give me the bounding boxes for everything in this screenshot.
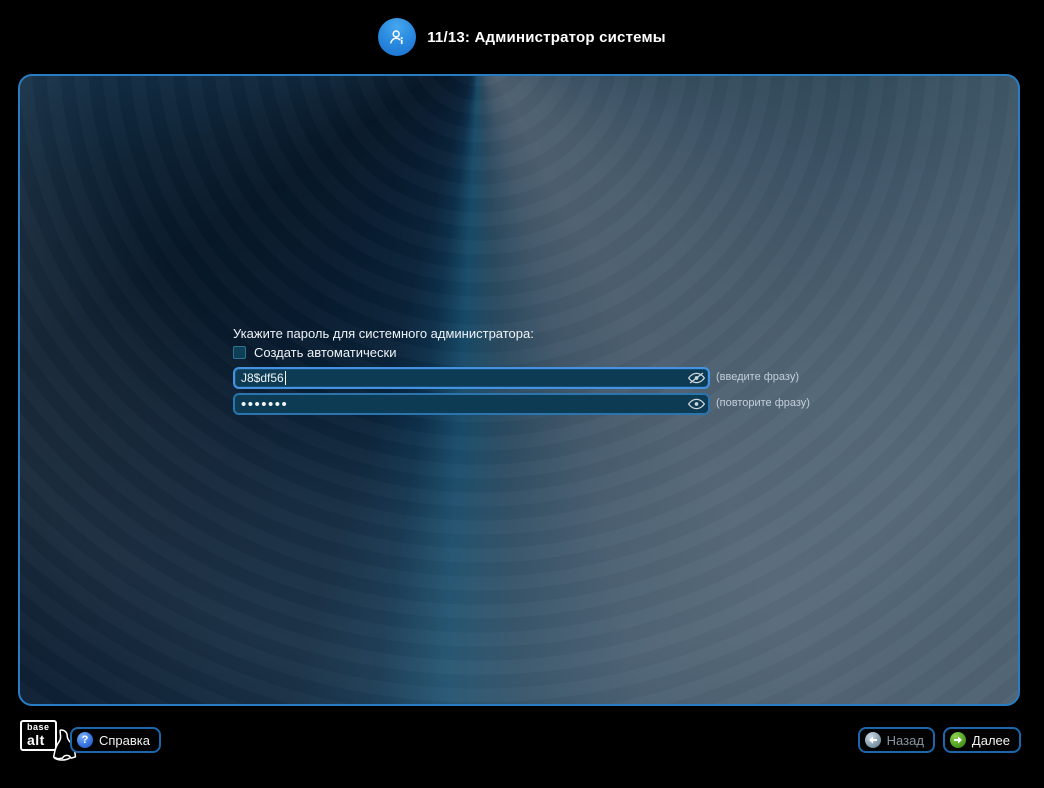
help-button[interactable]: ? Справка (70, 727, 161, 753)
back-button[interactable]: Назад (858, 727, 935, 753)
question-mark-icon: ? (77, 732, 93, 748)
step-title: 11/13: Администратор системы (427, 29, 666, 46)
password-hint: (введите фразу) (716, 371, 799, 383)
arrow-right-icon (950, 732, 966, 748)
eye-slash-icon[interactable] (687, 371, 705, 385)
password-input[interactable] (233, 367, 710, 389)
auto-generate-checkbox[interactable] (233, 346, 246, 359)
user-info-icon (378, 18, 416, 56)
confirm-password-input[interactable] (233, 393, 710, 415)
auto-generate-label: Создать автоматически (254, 345, 396, 360)
auto-generate-row[interactable]: Создать автоматически (233, 345, 396, 360)
next-button[interactable]: Далее (943, 727, 1021, 753)
password-field-wrap (233, 367, 710, 389)
help-button-label: Справка (99, 733, 150, 748)
back-button-label: Назад (887, 733, 924, 748)
password-prompt-label: Укажите пароль для системного администра… (233, 326, 534, 341)
nav-buttons: Назад Далее (858, 727, 1021, 753)
next-button-label: Далее (972, 733, 1010, 748)
text-caret (285, 371, 286, 385)
confirm-field-wrap (233, 393, 710, 415)
wizard-header: 11/13: Администратор системы (0, 0, 1044, 74)
logo-text-alt: alt (27, 733, 45, 747)
confirm-hint: (повторите фразу) (716, 397, 810, 409)
eye-icon[interactable] (687, 397, 705, 411)
arrow-left-icon (865, 732, 881, 748)
installer-panel: Укажите пароль для системного администра… (18, 74, 1020, 706)
